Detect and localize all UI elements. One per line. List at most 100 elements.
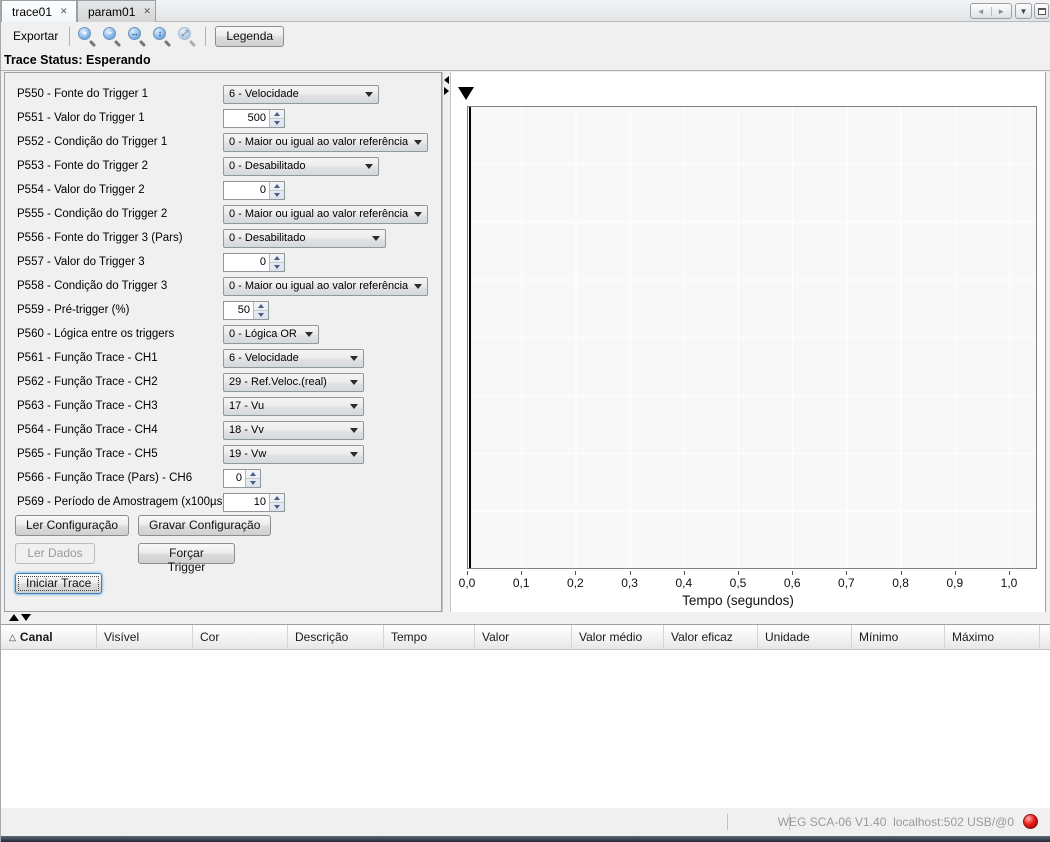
spin-up-icon[interactable] [254, 302, 268, 311]
column-header-canal[interactable]: △Canal [1, 625, 97, 649]
chevron-down-icon [414, 212, 422, 217]
zoom-out-icon[interactable]: − [103, 27, 122, 46]
spin-up-icon[interactable] [270, 254, 284, 263]
tab-scroll-buttons[interactable]: ◄ ► [970, 3, 1012, 19]
maximize-button[interactable] [1034, 3, 1049, 19]
collapse-right-icon[interactable] [444, 87, 449, 95]
column-header-label: Mínimo [859, 630, 898, 644]
param-spinner[interactable]: 0 [223, 253, 285, 272]
dropdown-value: 19 - Vw [229, 448, 345, 460]
table-body[interactable] [1, 650, 1050, 808]
param-spinner[interactable]: 0 [223, 181, 285, 200]
forcar-trigger-button[interactable]: Forçar Trigger [138, 543, 235, 564]
collapse-left-icon[interactable] [444, 76, 449, 84]
chevron-down-icon [305, 332, 313, 337]
param-spinner[interactable]: 500 [223, 109, 285, 128]
param-label: P556 - Fonte do Trigger 3 (Pars) [17, 232, 183, 244]
param-spinner[interactable]: 0 [223, 469, 261, 488]
tab-trace01[interactable]: trace01 ✕ [1, 0, 77, 22]
zoom-in-icon[interactable]: + [78, 27, 97, 46]
x-axis-tick [901, 571, 902, 575]
gravar-configuracao-button[interactable]: Gravar Configuração [138, 515, 271, 536]
plot-area[interactable] [467, 106, 1037, 569]
param-spinner[interactable]: 10 [223, 493, 285, 512]
column-header-valor-m-dio[interactable]: Valor médio [572, 625, 664, 649]
scroll-right-icon[interactable]: ► [992, 7, 1012, 16]
legenda-button[interactable]: Legenda [215, 26, 284, 47]
column-header-valor-eficaz[interactable]: Valor eficaz [664, 625, 758, 649]
param-dropdown[interactable]: 0 - Desabilitado [223, 157, 379, 176]
column-header-m-ximo[interactable]: Máximo [945, 625, 1040, 649]
spin-up-icon[interactable] [270, 182, 284, 191]
param-dropdown[interactable]: 18 - Vv [223, 421, 364, 440]
spin-down-icon[interactable] [270, 263, 284, 271]
param-spinner[interactable]: 50 [223, 301, 269, 320]
param-dropdown[interactable]: 0 - Maior ou igual ao valor referência [223, 133, 428, 152]
zoom-vertical-icon[interactable]: ↕ [153, 27, 172, 46]
statusbar-separator [727, 814, 728, 830]
spinner-arrows[interactable] [253, 302, 268, 319]
column-header-m-nimo[interactable]: Mínimo [852, 625, 945, 649]
param-dropdown[interactable]: 6 - Velocidade [223, 85, 379, 104]
column-header-unidade[interactable]: Unidade [758, 625, 852, 649]
column-header-cor[interactable]: Cor [193, 625, 288, 649]
ler-configuracao-button[interactable]: Ler Configuração [15, 515, 129, 536]
spin-down-icon[interactable] [270, 119, 284, 127]
param-label: P569 - Período de Amostragem (x100µs) [17, 496, 226, 508]
iniciar-trace-button[interactable]: Iniciar Trace [15, 573, 102, 594]
param-dropdown[interactable]: 19 - Vw [223, 445, 364, 464]
dropdown-value: 0 - Maior ou igual ao valor referência [229, 208, 409, 220]
column-header-vis-vel[interactable]: Visível [97, 625, 193, 649]
horizontal-splitter[interactable] [1, 613, 1050, 624]
collapse-up-icon[interactable] [9, 614, 19, 621]
dropdown-value: 0 - Maior ou igual ao valor referência [229, 136, 409, 148]
tab-list-button[interactable]: ▼ [1015, 3, 1032, 19]
vertical-splitter[interactable] [442, 72, 451, 612]
trigger-marker-icon[interactable] [458, 87, 474, 100]
exportar-button[interactable]: Exportar [7, 26, 64, 46]
param-label: P553 - Fonte do Trigger 2 [17, 160, 148, 172]
spin-up-icon[interactable] [270, 494, 284, 503]
column-header-label: Cor [200, 630, 219, 644]
spinner-arrows[interactable] [269, 494, 284, 511]
spin-down-icon[interactable] [246, 479, 260, 487]
spinner-arrows[interactable] [245, 470, 260, 487]
param-row: P563 - Função Trace - CH317 - Vu [5, 394, 441, 418]
collapse-down-icon[interactable] [21, 614, 31, 621]
column-header-label: Unidade [765, 630, 810, 644]
spinner-arrows[interactable] [269, 182, 284, 199]
spin-down-icon[interactable] [270, 503, 284, 511]
x-axis-tick-label: 1,0 [987, 576, 1031, 590]
param-row: P557 - Valor do Trigger 30 [5, 250, 441, 274]
column-header-tempo[interactable]: Tempo [384, 625, 475, 649]
spin-down-icon[interactable] [254, 311, 268, 319]
spin-up-icon[interactable] [246, 470, 260, 479]
zoom-horizontal-icon[interactable]: ↔ [128, 27, 147, 46]
spin-up-icon[interactable] [270, 110, 284, 119]
param-label: P555 - Condição do Trigger 2 [17, 208, 167, 220]
param-dropdown[interactable]: 29 - Ref.Veloc.(real) [223, 373, 364, 392]
param-dropdown[interactable]: 17 - Vu [223, 397, 364, 416]
tab-param01[interactable]: param01 ✕ [77, 0, 156, 22]
param-dropdown[interactable]: 0 - Desabilitado [223, 229, 386, 248]
column-header-valor[interactable]: Valor [475, 625, 572, 649]
param-row: P559 - Pré-trigger (%)50 [5, 298, 441, 322]
spinner-arrows[interactable] [269, 110, 284, 127]
spin-down-icon[interactable] [270, 191, 284, 199]
zoom-reset-icon[interactable]: ⤢ [178, 27, 197, 46]
close-icon[interactable]: ✕ [60, 7, 68, 16]
scroll-left-icon[interactable]: ◄ [971, 7, 992, 16]
spinner-arrows[interactable] [269, 254, 284, 271]
trace-chart[interactable]: 0,00,10,20,30,40,50,60,70,80,91,0 Tempo … [451, 72, 1045, 612]
x-axis-tick [575, 571, 576, 575]
param-dropdown[interactable]: 0 - Maior ou igual ao valor referência [223, 277, 428, 296]
toolbar-separator [205, 27, 206, 46]
chevron-down-icon: ▼ [1020, 7, 1028, 16]
x-axis-tick [1009, 571, 1010, 575]
close-icon[interactable]: ✕ [143, 7, 151, 16]
column-header-descri-o[interactable]: Descrição [288, 625, 384, 649]
param-dropdown[interactable]: 0 - Lógica OR [223, 325, 319, 344]
trigger-cursor-line[interactable] [469, 107, 471, 568]
param-dropdown[interactable]: 0 - Maior ou igual ao valor referência [223, 205, 428, 224]
param-dropdown[interactable]: 6 - Velocidade [223, 349, 364, 368]
